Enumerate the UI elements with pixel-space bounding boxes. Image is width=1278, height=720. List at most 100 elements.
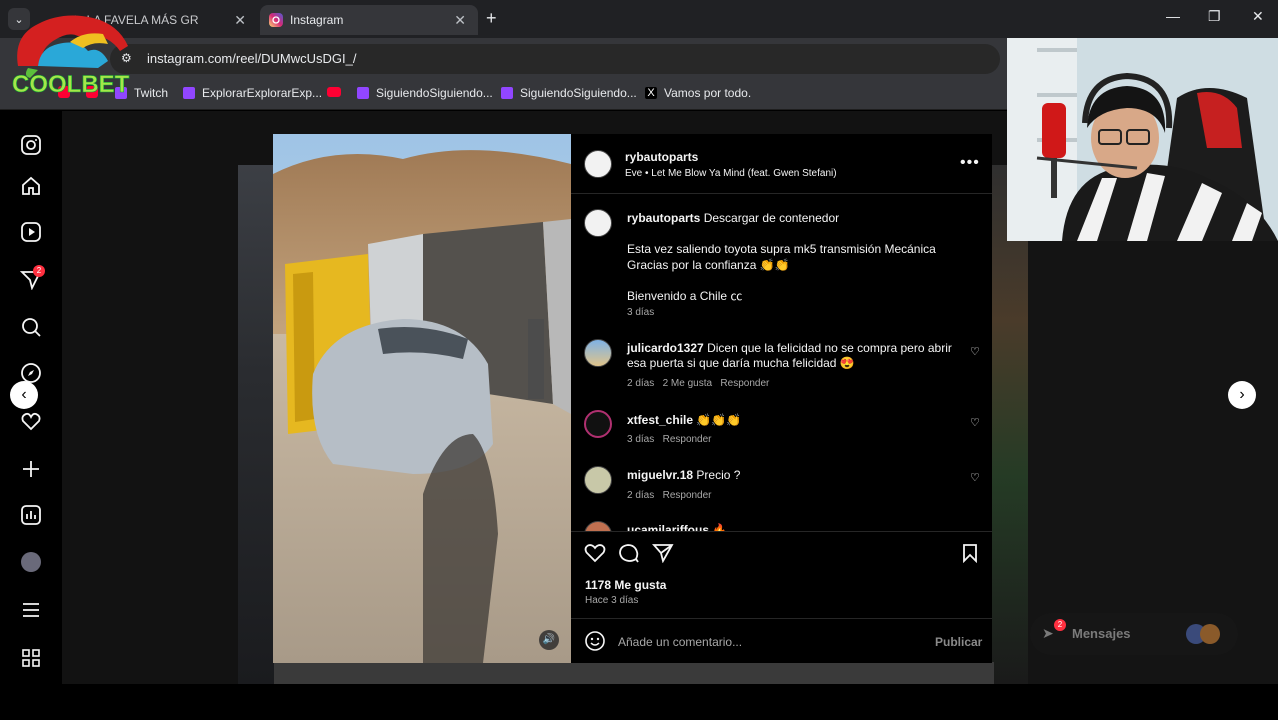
next-reel-preview [992, 165, 1028, 684]
caption-body: Esta vez saliendo toyota supra mk5 trans… [627, 242, 936, 272]
comment-meta: 2 días 2 Me gusta Responder [627, 378, 769, 389]
twitch-icon [357, 87, 369, 99]
tab-title: Instagram [290, 13, 344, 27]
comment-text: Precio ? [696, 468, 741, 482]
comment-user[interactable]: julicardo1327 [627, 341, 704, 355]
comment-text: 🔥 [712, 523, 728, 531]
reply-button[interactable]: Responder [663, 434, 712, 445]
divider [571, 531, 992, 532]
share-icon[interactable] [652, 543, 674, 563]
author-avatar[interactable] [584, 150, 612, 178]
emoji-icon[interactable] [584, 630, 606, 652]
caption-line: rybautoparts Descargar de contenedor [627, 211, 957, 225]
instagram-icon [269, 13, 283, 27]
home-icon[interactable] [20, 175, 42, 197]
x-icon: X [645, 87, 657, 99]
prev-reel-preview [238, 165, 274, 684]
minimize-button[interactable]: — [1166, 8, 1180, 24]
mute-button[interactable]: 🔊 [539, 630, 559, 650]
comment-age: 2 días [627, 490, 655, 501]
comment-meta: 3 días Responder [627, 434, 712, 445]
reels-icon[interactable] [20, 221, 42, 243]
commenter-avatar[interactable] [584, 466, 612, 494]
restore-button[interactable]: ❐ [1208, 8, 1221, 25]
commenter-avatar[interactable] [584, 410, 612, 438]
bookmark-x[interactable]: X Vamos por todo. [645, 86, 751, 100]
youtube-icon[interactable] [327, 87, 341, 97]
notification-badge: 2 [33, 265, 45, 277]
menu-icon[interactable] [20, 599, 42, 621]
tab-instagram[interactable]: Instagram ✕ [260, 5, 478, 35]
comment-body: julicardo1327 Dicen que la felicidad no … [627, 341, 957, 371]
comment-body: xtfest_chile 👏👏👏 [627, 413, 741, 427]
commenter-avatar[interactable] [584, 339, 612, 367]
comment-user[interactable]: ucamilariffous [627, 523, 709, 531]
dashboard-icon[interactable] [20, 504, 42, 526]
comment-input[interactable]: Añade un comentario... [618, 635, 742, 649]
comment-icon[interactable] [618, 543, 640, 563]
comment-age: 2 días [627, 378, 655, 389]
post-music[interactable]: Eve • Let Me Blow Ya Mind (feat. Gwen St… [625, 168, 837, 179]
bookmark-label: SiguiendoSiguiendo... [520, 86, 637, 100]
taskbar [0, 684, 1278, 720]
twitch-icon [501, 87, 513, 99]
divider [571, 193, 992, 194]
post-author[interactable]: rybautoparts [625, 150, 698, 164]
comment-user[interactable]: miguelvr.18 [627, 468, 693, 482]
comment-clipped: ucamilariffous 🔥 [584, 519, 944, 531]
previous-reel-button[interactable]: ‹ [10, 381, 38, 409]
messages-button[interactable]: ➤ 2 Mensajes [1030, 613, 1238, 655]
caption-avatar[interactable] [584, 209, 612, 237]
direct-messages-icon: ➤ [1042, 625, 1054, 641]
caption-author[interactable]: rybautoparts [627, 211, 700, 225]
commenter-avatar[interactable] [584, 521, 612, 531]
close-icon[interactable]: ✕ [234, 12, 246, 29]
chevron-right-icon: › [1239, 386, 1245, 403]
chevron-left-icon: ‹ [21, 386, 27, 403]
bookmark-siguiendo-2[interactable]: SiguiendoSiguiendo... [501, 86, 637, 100]
bookmark-label: ExplorarExplorarExp... [202, 86, 323, 100]
messages-badge: 2 [1054, 619, 1066, 631]
caption-lead: Descargar de contenedor [703, 211, 840, 225]
comment-body: miguelvr.18 Precio ? [627, 468, 740, 482]
url-text[interactable]: instagram.com/reel/DUMwcUsDGI_/ [147, 51, 357, 66]
comment-likes[interactable]: 2 Me gusta [663, 378, 712, 389]
like-comment-icon[interactable]: ♡ [970, 416, 980, 429]
close-icon[interactable]: ✕ [454, 12, 466, 29]
caption-age: 3 días [627, 307, 655, 318]
comment-age: 3 días [627, 434, 655, 445]
reply-button[interactable]: Responder [663, 490, 712, 501]
bookmark-siguiendo-1[interactable]: SiguiendoSiguiendo... [357, 86, 493, 100]
bookmark-explorar[interactable]: ExplorarExplorarExp... [183, 86, 322, 100]
next-reel-button[interactable]: › [1228, 381, 1256, 409]
new-tab-button[interactable]: + [486, 8, 497, 29]
apps-icon[interactable] [20, 647, 42, 669]
like-count[interactable]: 1178 Me gusta [585, 578, 666, 592]
like-comment-icon[interactable]: ♡ [970, 471, 980, 484]
comment-body: ucamilariffous 🔥 [627, 523, 727, 531]
comment-meta: 2 días Responder [627, 490, 712, 501]
bookmark-icon[interactable] [961, 543, 979, 563]
avatar [1200, 624, 1220, 644]
messages-label: Mensajes [1072, 626, 1131, 641]
post-date: Hace 3 días [585, 595, 639, 606]
like-comment-icon[interactable]: ♡ [970, 345, 980, 358]
publish-button[interactable]: Publicar [935, 635, 982, 649]
close-window-button[interactable]: ✕ [1252, 8, 1264, 25]
reply-button[interactable]: Responder [720, 378, 769, 389]
divider [571, 618, 992, 619]
heart-icon[interactable] [20, 410, 42, 432]
more-options-icon[interactable]: ••• [960, 154, 980, 172]
comment-user[interactable]: xtfest_chile [627, 413, 693, 427]
instagram-logo-icon[interactable] [20, 134, 42, 156]
background-blur [274, 662, 994, 684]
create-icon[interactable] [20, 458, 42, 480]
twitch-icon [183, 87, 195, 99]
reel-video[interactable] [273, 134, 571, 663]
search-icon[interactable] [20, 316, 42, 338]
profile-avatar[interactable] [21, 552, 41, 572]
speaker-icon: 🔊 [542, 634, 556, 645]
bookmark-label: Vamos por todo. [664, 86, 752, 100]
coolbet-logo: COOLBET [12, 15, 130, 98]
like-icon[interactable] [584, 543, 606, 563]
